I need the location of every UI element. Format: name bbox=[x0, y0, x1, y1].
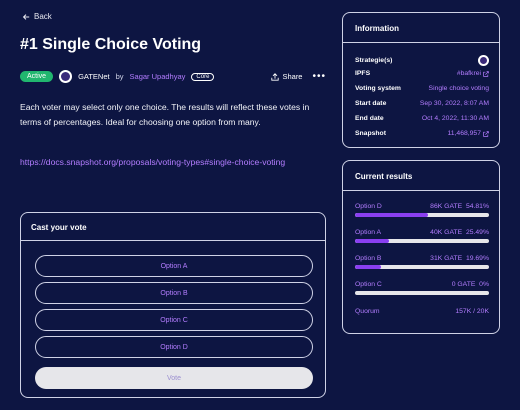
result-label: Option D bbox=[355, 203, 382, 210]
result-bar-fill bbox=[355, 213, 429, 217]
result-percent: 0% bbox=[479, 281, 489, 288]
info-row-snapshot: Snapshot 11,468,957 bbox=[355, 130, 489, 137]
strategy-logo-inner bbox=[480, 57, 487, 64]
external-link-icon bbox=[483, 130, 489, 137]
author-role-badge: Core bbox=[191, 72, 215, 81]
quorum-value: 157K / 20K bbox=[455, 308, 489, 315]
cast-vote-heading: Cast your vote bbox=[21, 213, 325, 241]
proposal-link[interactable]: https://docs.snapshot.org/proposals/voti… bbox=[20, 155, 330, 170]
info-key: IPFS bbox=[355, 70, 371, 77]
result-row: Option D 86K GATE 54.81% bbox=[355, 203, 489, 217]
information-heading: Information bbox=[343, 13, 499, 43]
info-key: Voting system bbox=[355, 85, 401, 92]
vote-button[interactable]: Vote bbox=[35, 367, 313, 389]
result-row: Option B 31K GATE 19.69% bbox=[355, 255, 489, 269]
result-percent: 25.49% bbox=[465, 229, 489, 236]
result-row: Option A 40K GATE 25.49% bbox=[355, 229, 489, 243]
result-amount: 31K GATE bbox=[430, 255, 463, 262]
results-panel: Current results Option D 86K GATE 54.81%… bbox=[342, 160, 500, 334]
result-bar-fill bbox=[355, 265, 382, 269]
share-label: Share bbox=[282, 72, 303, 81]
status-badge: Active bbox=[20, 71, 54, 82]
back-label: Back bbox=[34, 12, 52, 21]
info-row-strategies: Strategie(s) bbox=[355, 55, 489, 66]
quorum-row: Quorum 157K / 20K bbox=[355, 308, 489, 315]
info-value: Single choice voting bbox=[428, 85, 489, 92]
vote-option-b[interactable]: Option B bbox=[35, 282, 313, 304]
share-button[interactable]: Share bbox=[271, 72, 302, 81]
information-panel: Information Strategie(s) IPFS #bafkrei V… bbox=[342, 12, 500, 148]
result-amount: 86K GATE bbox=[430, 203, 463, 210]
gate-logo-icon bbox=[61, 72, 71, 81]
result-percent: 19.69% bbox=[465, 255, 489, 262]
author-link[interactable]: Sagar Upadhyay bbox=[130, 72, 186, 81]
result-label: Option C bbox=[355, 281, 382, 288]
proposal-meta: Active GATENet by Sagar Upadhyay Core Sh… bbox=[20, 70, 326, 83]
info-row-ipfs: IPFS #bafkrei bbox=[355, 70, 489, 77]
info-key: Snapshot bbox=[355, 130, 386, 137]
result-bar bbox=[355, 291, 489, 295]
info-row-start-date: Start date Sep 30, 2022, 8:07 AM bbox=[355, 100, 489, 107]
space-name[interactable]: GATENet bbox=[78, 72, 110, 81]
result-row: Option C 0 GATE 0% bbox=[355, 281, 489, 295]
result-label: Option A bbox=[355, 229, 382, 236]
more-options-button[interactable]: ••• bbox=[312, 71, 326, 82]
by-text: by bbox=[115, 72, 124, 81]
arrow-left-icon bbox=[22, 13, 30, 20]
info-value: Oct 4, 2022, 11:30 AM bbox=[421, 115, 489, 122]
result-label: Option B bbox=[355, 255, 382, 262]
external-link-icon bbox=[483, 70, 489, 77]
info-key: Start date bbox=[355, 100, 387, 107]
back-link[interactable]: Back bbox=[22, 12, 52, 21]
vote-option-c[interactable]: Option C bbox=[35, 309, 313, 331]
vote-option-d[interactable]: Option D bbox=[35, 336, 313, 358]
snapshot-link[interactable]: 11,468,957 bbox=[447, 130, 489, 137]
strategy-logo-icon[interactable] bbox=[478, 55, 489, 66]
results-heading: Current results bbox=[343, 161, 499, 191]
result-bar bbox=[355, 265, 489, 269]
info-value: Sep 30, 2022, 8:07 AM bbox=[419, 100, 489, 107]
info-value: 11,468,957 bbox=[447, 130, 481, 137]
result-amount: 0 GATE bbox=[451, 281, 476, 288]
info-row-voting-system: Voting system Single choice voting bbox=[355, 85, 489, 92]
proposal-description: Each voter may select only one choice. T… bbox=[20, 102, 310, 127]
result-bar bbox=[355, 239, 489, 243]
share-icon bbox=[271, 72, 280, 81]
result-amount: 40K GATE bbox=[430, 229, 463, 236]
space-avatar[interactable] bbox=[59, 70, 73, 83]
cast-vote-card: Cast your vote Option A Option B Option … bbox=[20, 212, 326, 398]
info-row-end-date: End date Oct 4, 2022, 11:30 AM bbox=[355, 115, 489, 122]
vote-option-a[interactable]: Option A bbox=[35, 255, 313, 277]
result-bar-fill bbox=[355, 239, 390, 243]
info-value: #bafkrei bbox=[456, 70, 481, 77]
info-key: End date bbox=[355, 115, 384, 122]
result-percent: 54.81% bbox=[465, 203, 489, 210]
proposal-title: #1 Single Choice Voting bbox=[20, 36, 202, 53]
quorum-label: Quorum bbox=[355, 308, 380, 315]
result-bar bbox=[355, 213, 489, 217]
info-key: Strategie(s) bbox=[355, 57, 393, 64]
ipfs-link[interactable]: #bafkrei bbox=[457, 70, 489, 77]
